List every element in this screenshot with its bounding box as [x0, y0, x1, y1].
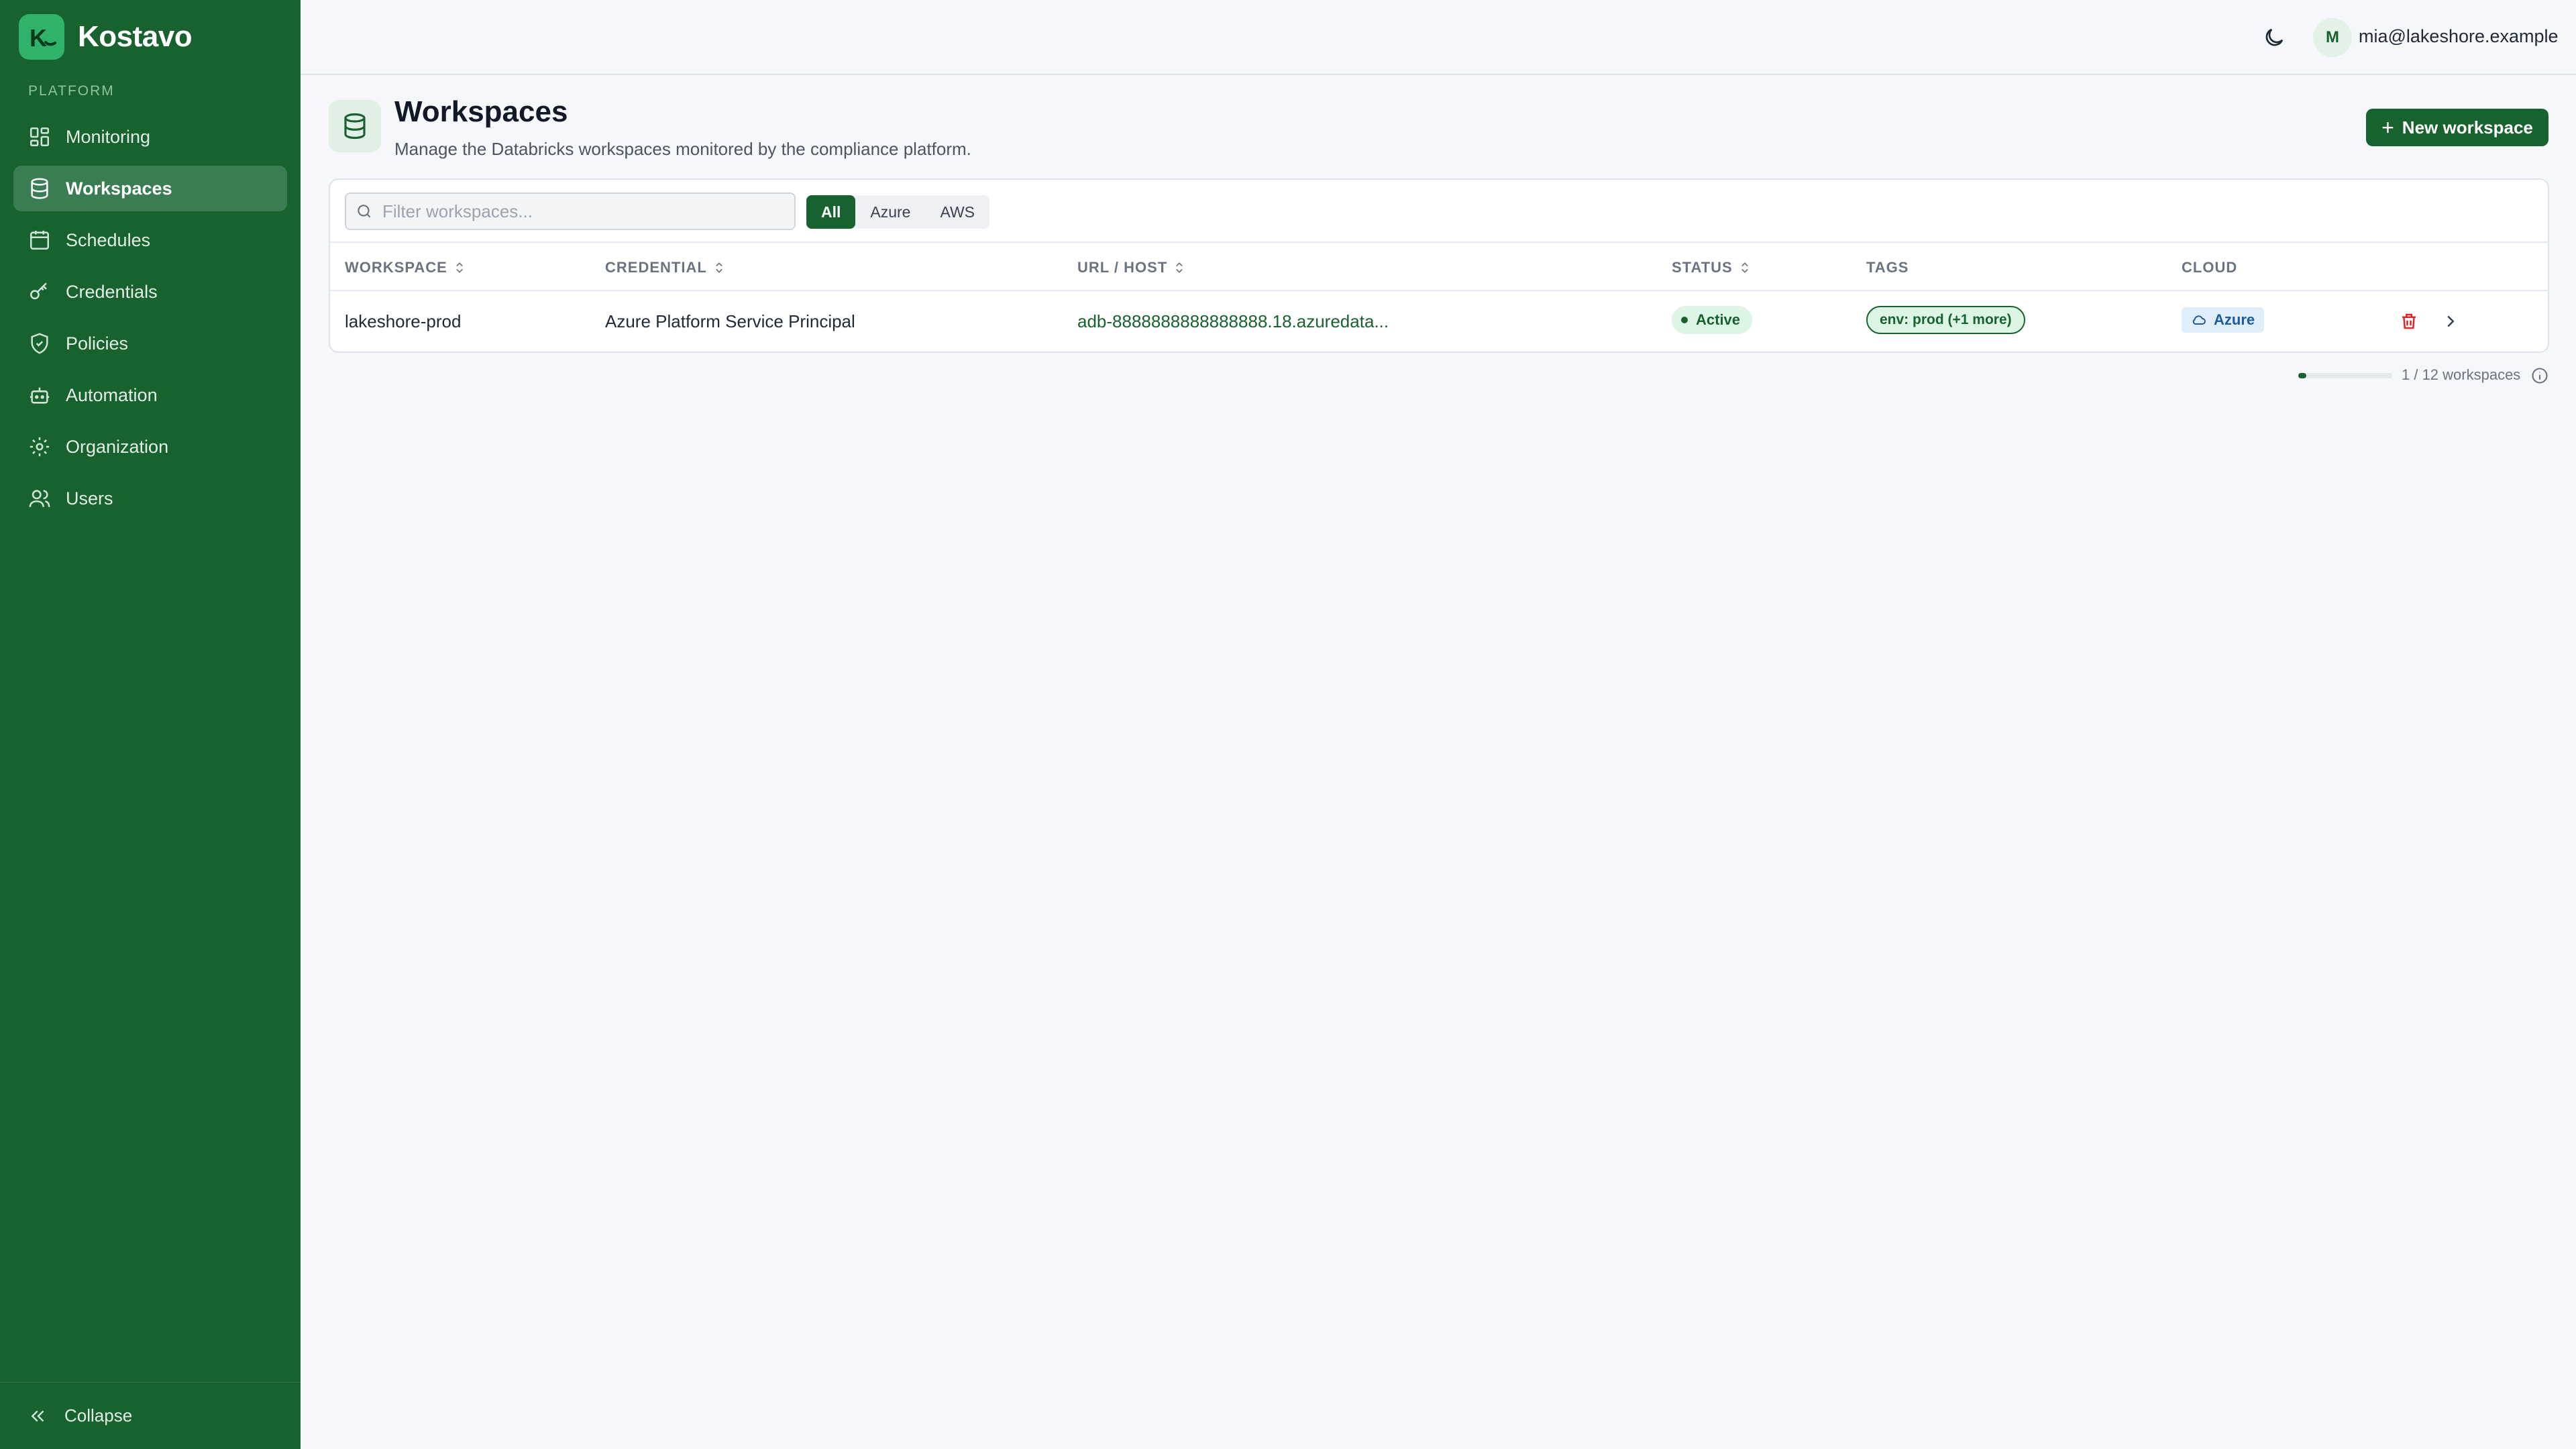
sidebar-item-users[interactable]: Users: [13, 476, 287, 521]
column-workspace-label: WORKSPACE: [345, 259, 447, 276]
cloud-filter: All Azure AWS: [806, 195, 990, 229]
sidebar-item-label: Organization: [66, 436, 169, 457]
shield-icon: [28, 332, 51, 355]
column-status[interactable]: STATUS: [1672, 259, 1752, 276]
cell-url-link[interactable]: adb-8888888888888888.18.azuredata...: [1077, 311, 1389, 332]
sidebar-item-label: Credentials: [66, 281, 158, 302]
sidebar-item-label: Users: [66, 488, 113, 508]
sidebar-item-organization[interactable]: Organization: [13, 424, 287, 470]
filter-azure[interactable]: Azure: [855, 195, 925, 229]
collapse-button[interactable]: Collapse: [0, 1382, 301, 1449]
column-cloud-label: CLOUD: [2182, 259, 2238, 276]
delete-button[interactable]: [2398, 310, 2420, 333]
topbar: [301, 0, 2576, 75]
brand-name: Kostavo: [78, 20, 193, 53]
database-icon: [329, 100, 381, 152]
sidebar-nav: Monitoring Workspaces Schedules Credenti…: [0, 114, 301, 527]
brand[interactable]: K Kostavo: [0, 0, 301, 74]
brand-logo-icon: K: [19, 14, 64, 60]
table-toolbar: All Azure AWS: [330, 180, 2548, 243]
chevron-right-icon: [2447, 315, 2455, 327]
nav-section-label: PLATFORM: [28, 83, 115, 99]
search-icon: [358, 205, 371, 218]
workspaces-table: All Azure AWS WORKSPACE CREDENTIAL URL /…: [329, 178, 2549, 353]
collapse-label: Collapse: [64, 1405, 133, 1426]
search-input[interactable]: [382, 201, 785, 222]
sidebar-item-label: Policies: [66, 333, 129, 354]
cell-credential: Azure Platform Service Principal: [605, 311, 855, 331]
dashboard-icon: [28, 125, 51, 148]
sidebar-item-automation[interactable]: Automation: [13, 372, 287, 418]
sort-icon: [456, 262, 463, 273]
user-email[interactable]: mia@lakeshore.example: [2359, 26, 2559, 47]
sidebar-item-label: Monitoring: [66, 126, 151, 147]
column-url[interactable]: URL / HOST: [1077, 259, 1186, 276]
gear-icon: [28, 435, 51, 458]
sidebar: K Kostavo PLATFORM Monitoring Workspaces…: [0, 0, 301, 1449]
row-open-button[interactable]: [2439, 310, 2462, 333]
database-icon: [28, 177, 51, 200]
sidebar-item-label: Schedules: [66, 229, 151, 250]
column-credential-label: CREDENTIAL: [605, 259, 707, 276]
sort-icon: [1741, 262, 1748, 273]
robot-icon: [28, 384, 51, 407]
status-badge: Active: [1672, 306, 1753, 334]
page-subtitle: Manage the Databricks workspaces monitor…: [394, 139, 971, 159]
sidebar-item-label: Automation: [66, 384, 158, 405]
sidebar-item-credentials[interactable]: Credentials: [13, 269, 287, 315]
sort-icon: [1176, 262, 1183, 273]
svg-text:K: K: [30, 24, 47, 52]
cloud-badge: Azure: [2182, 307, 2265, 333]
search-field[interactable]: [345, 193, 796, 230]
column-tags-label: TAGS: [1866, 259, 1909, 276]
table-header: WORKSPACE CREDENTIAL URL / HOST STATUS T…: [330, 243, 2548, 291]
plus-icon: +: [2381, 115, 2394, 140]
status-dot-icon: [1681, 317, 1688, 323]
column-cloud: CLOUD: [2182, 259, 2237, 276]
column-tags: TAGS: [1866, 259, 1909, 276]
cloud-label: Azure: [2214, 311, 2255, 328]
calendar-icon: [28, 229, 51, 252]
key-icon: [28, 280, 51, 303]
sidebar-item-schedules[interactable]: Schedules: [13, 217, 287, 263]
column-workspace[interactable]: WORKSPACE: [345, 259, 466, 276]
column-url-label: URL / HOST: [1077, 259, 1168, 276]
page-title: Workspaces: [394, 95, 568, 128]
users-icon: [28, 487, 51, 510]
column-status-label: STATUS: [1672, 259, 1733, 276]
load-progress-bar: [2298, 373, 2392, 378]
tag-badge[interactable]: env: prod (+1 more): [1866, 306, 2025, 334]
info-icon[interactable]: [2530, 366, 2549, 385]
filter-aws[interactable]: AWS: [925, 195, 989, 229]
chevrons-left-icon: [31, 1410, 44, 1421]
trash-icon: [2402, 313, 2416, 329]
theme-toggle-button[interactable]: [2259, 23, 2289, 52]
sidebar-item-policies[interactable]: Policies: [13, 321, 287, 366]
avatar[interactable]: M: [2313, 18, 2352, 57]
sidebar-item-workspaces[interactable]: Workspaces: [13, 166, 287, 211]
moon-icon: [2265, 28, 2284, 46]
cloud-icon: [2192, 315, 2206, 325]
sidebar-item-monitoring[interactable]: Monitoring: [13, 114, 287, 160]
table-row[interactable]: lakeshore-prod Azure Platform Service Pr…: [330, 291, 2548, 353]
filter-all[interactable]: All: [806, 195, 856, 229]
new-workspace-button[interactable]: + New workspace: [2366, 109, 2548, 146]
status-label: Active: [1696, 311, 1741, 328]
new-workspace-label: New workspace: [2402, 117, 2533, 138]
sort-icon: [716, 262, 722, 273]
load-progress-fill: [2298, 373, 2306, 378]
sidebar-item-label: Workspaces: [66, 178, 172, 199]
column-credential[interactable]: CREDENTIAL: [605, 259, 726, 276]
workspace-count: 1 / 12 workspaces: [2402, 366, 2521, 383]
cell-workspace[interactable]: lakeshore-prod: [345, 311, 461, 332]
